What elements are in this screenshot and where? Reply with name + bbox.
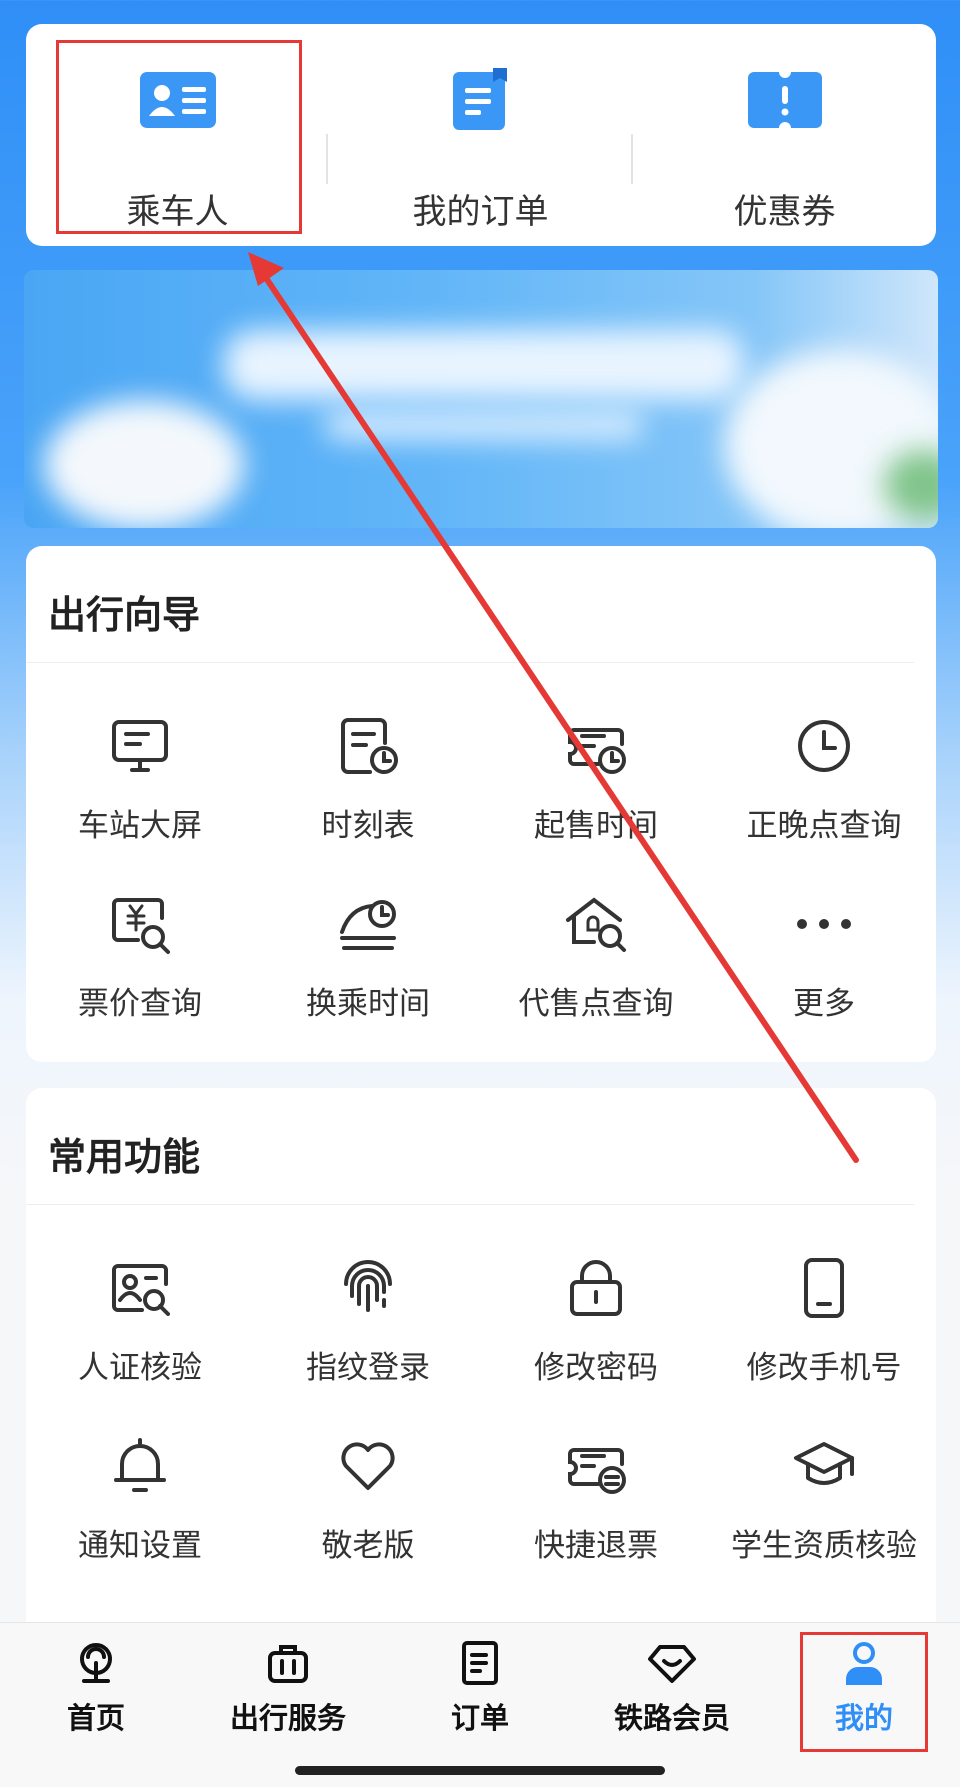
arrow-line: [259, 269, 859, 1163]
annotation-arrow: [248, 252, 859, 1163]
